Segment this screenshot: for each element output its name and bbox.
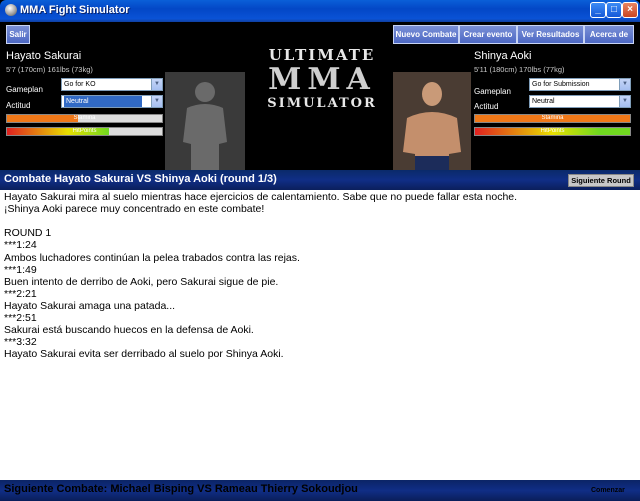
chevron-down-icon: ▼ (151, 96, 162, 107)
ver-resultados-button[interactable]: Ver Resultados (517, 25, 584, 44)
log-line: ***1:24 (4, 239, 37, 252)
round-title: Combate Hayato Sakurai VS Shinya Aoki (r… (4, 173, 277, 185)
log-line: ***2:51 (4, 312, 37, 324)
left-fighter-stats: 5'7 (170cm) 161lbs (73kg) (6, 65, 93, 74)
maximize-button[interactable]: □ (606, 2, 622, 18)
nuevo-combate-button[interactable]: Nuevo Combate (393, 25, 459, 44)
close-button[interactable]: × (622, 2, 638, 18)
right-fighter-name: Shinya Aoki (474, 50, 532, 62)
log-line: Buen intento de derribo de Aoki, pero Sa… (4, 275, 279, 288)
right-fighter-stats: 5'11 (180cm) 170lbs (77kg) (474, 65, 565, 74)
left-gameplan-select[interactable]: Go for KO ▼ (61, 78, 163, 91)
chevron-down-icon: ▼ (619, 79, 630, 90)
salir-button[interactable]: Salir (6, 25, 30, 44)
app-logo: ULTIMATE MMA SIMULATOR (267, 46, 377, 111)
left-actitud-label: Actitud (6, 101, 31, 110)
right-gameplan-select[interactable]: Go for Submission ▼ (529, 78, 631, 91)
right-gameplan-label: Gameplan (474, 87, 511, 96)
footer-bar: Siguiente Combate: Michael Bisping VS Ra… (0, 480, 640, 501)
right-hitpoints-bar: HitPoints (474, 127, 631, 136)
acerca-de-button[interactable]: Acerca de (584, 25, 634, 44)
log-line: Hayato Sakurai amaga una patada... (4, 299, 176, 312)
chevron-down-icon: ▼ (151, 79, 162, 90)
left-hitpoints-bar: HitPoints (6, 127, 163, 136)
left-gameplan-label: Gameplan (6, 85, 43, 94)
crear-evento-button[interactable]: Crear evento (459, 25, 517, 44)
log-line: Ambos luchadores continúan la pelea trab… (4, 251, 300, 264)
log-line: ***2:21 (4, 287, 37, 300)
window-title: MMA Fight Simulator (20, 4, 130, 16)
header-panel: Salir Nuevo Combate Crear evento Ver Res… (0, 22, 640, 170)
left-actitud-select[interactable]: Neutral ▼ (61, 95, 163, 108)
log-line: ***3:32 (4, 336, 37, 349)
log-line: ROUND 1 (4, 227, 52, 240)
app-icon (5, 4, 17, 16)
right-actitud-select[interactable]: Neutral ▼ (529, 95, 631, 108)
chevron-down-icon: ▼ (619, 96, 630, 107)
left-fighter-silhouette (165, 72, 245, 170)
fight-log[interactable]: Hayato Sakurai mira al suelo mientras ha… (0, 190, 640, 480)
log-line: Sakurai está buscando huecos en la defen… (4, 324, 254, 337)
start-button[interactable]: Comenzar (591, 487, 625, 494)
right-actitud-label: Actitud (474, 102, 499, 111)
right-stamina-bar: Stamina (474, 114, 631, 123)
log-line: ***1:49 (4, 263, 37, 276)
next-round-button[interactable]: Siguiente Round (568, 174, 634, 187)
left-fighter-name: Hayato Sakurai (6, 50, 82, 62)
log-line: Hayato Sakurai mira al suelo mientras ha… (4, 191, 518, 203)
log-line: Hayato Sakurai evita ser derribado al su… (4, 348, 284, 361)
log-line: ¡Shinya Aoki parece muy concentrado en e… (4, 203, 265, 216)
minimize-button[interactable]: _ (590, 2, 606, 18)
left-stamina-bar: Stamina (6, 114, 163, 123)
next-fight-label: Siguiente Combate: Michael Bisping VS Ra… (4, 483, 358, 495)
right-fighter-photo (393, 72, 471, 170)
title-bar: MMA Fight Simulator _ □ × (0, 0, 640, 22)
round-header: Combate Hayato Sakurai VS Shinya Aoki (r… (0, 170, 640, 190)
